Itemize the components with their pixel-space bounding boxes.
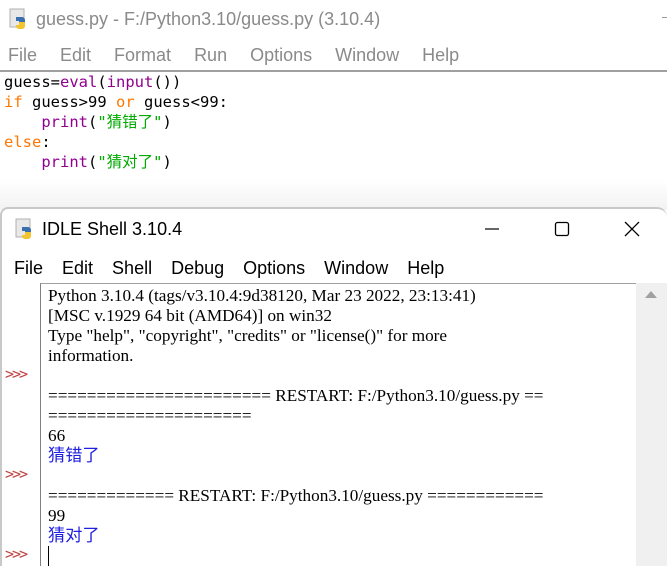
code-token: print — [41, 113, 88, 131]
code-line: else: — [4, 132, 667, 152]
shell-menu-help[interactable]: Help — [399, 258, 450, 279]
minimize-button[interactable] — [457, 209, 527, 249]
code-token: guess>99 — [22, 93, 116, 111]
shell-line — [48, 546, 638, 566]
shell-menu-file[interactable]: File — [4, 258, 49, 279]
code-line: guess=eval(input()) — [4, 72, 667, 92]
shell-menu-window[interactable]: Window — [316, 258, 394, 279]
code-token: ( — [88, 153, 98, 171]
shell-prompt: >>> — [5, 465, 28, 483]
editor-title-bar[interactable]: guess.py - F:/Python3.10/guess.py (3.10.… — [0, 0, 667, 38]
editor-menu-edit[interactable]: Edit — [52, 45, 99, 66]
code-token: "猜对了" — [97, 153, 163, 171]
python-file-icon — [9, 8, 25, 29]
minimize-icon — [485, 228, 499, 230]
maximize-icon — [554, 221, 570, 237]
shell-line: information. — [48, 346, 134, 365]
shell-menu-debug[interactable]: Debug — [163, 258, 230, 279]
shell-text-area[interactable]: Python 3.10.4 (tags/v3.10.4:9d38120, Mar… — [40, 283, 638, 566]
shell-menu-shell[interactable]: Shell — [104, 258, 158, 279]
shell-menu-edit[interactable]: Edit — [54, 258, 99, 279]
editor-title: guess.py - F:/Python3.10/guess.py (3.10.… — [36, 8, 381, 29]
code-token: ( — [88, 113, 98, 131]
prompt-gutter: >>> >>> >>> — [2, 283, 40, 566]
code-token: if — [4, 93, 23, 111]
minimize-icon[interactable] — [662, 17, 667, 18]
code-token: ()) — [153, 73, 182, 91]
close-button[interactable] — [597, 209, 667, 249]
scroll-up-arrow-icon[interactable] — [645, 291, 657, 298]
code-token: input — [106, 73, 154, 91]
text-cursor — [48, 546, 49, 566]
code-token: : — [41, 133, 51, 151]
shell-title: IDLE Shell 3.10.4 — [42, 218, 183, 239]
close-icon — [624, 221, 640, 237]
shell-line: ===================== — [48, 406, 252, 425]
editor-menu-help[interactable]: Help — [414, 45, 467, 66]
code-line: print("猜对了") — [4, 152, 667, 172]
code-token: eval — [60, 73, 98, 91]
shell-line: Python 3.10.4 (tags/v3.10.4:9d38120, Mar… — [48, 286, 476, 305]
editor-menu-window[interactable]: Window — [327, 45, 407, 66]
shell-body: >>> >>> >>> Python 3.10.4 (tags/v3.10.4:9d… — [2, 283, 667, 566]
shell-line: 99 — [48, 506, 66, 525]
code-token: ) — [162, 113, 172, 131]
editor-menu-file[interactable]: File — [0, 45, 45, 66]
code-token: ) — [162, 153, 172, 171]
maximize-button[interactable] — [527, 209, 597, 249]
shell-prompt: >>> — [5, 545, 28, 563]
shell-line: ======================= RESTART: F:/Pyth… — [48, 386, 544, 405]
shell-line: [MSC v.1929 64 bit (AMD64)] on win32 — [48, 306, 332, 325]
code-line: print("猜错了") — [4, 112, 667, 132]
vertical-scrollbar[interactable] — [636, 283, 667, 566]
editor-menu-format[interactable]: Format — [106, 45, 179, 66]
shell-line: 猜错了 — [48, 446, 100, 465]
shell-line: Type "help", "copyright", "credits" or "… — [48, 326, 448, 345]
shell-output[interactable]: Python 3.10.4 (tags/v3.10.4:9d38120, Mar… — [48, 286, 638, 566]
code-editor[interactable]: guess=eval(input()) if guess>99 or guess<… — [4, 72, 667, 172]
shell-menubar: File Edit Shell Debug Options Window Help — [4, 253, 455, 283]
code-token: print — [41, 153, 88, 171]
shell-title-bar[interactable]: IDLE Shell 3.10.4 — [2, 209, 667, 249]
editor-menu-options[interactable]: Options — [242, 45, 320, 66]
code-token: guess<99: — [134, 93, 228, 111]
shell-menu-options[interactable]: Options — [235, 258, 311, 279]
editor-menu-run[interactable]: Run — [186, 45, 235, 66]
window-controls — [457, 209, 667, 249]
code-token: else — [4, 133, 42, 151]
shell-line: 猜对了 — [48, 526, 100, 545]
shell-line: ============= RESTART: F:/Python3.10/gue… — [48, 486, 544, 505]
shell-window[interactable]: IDLE Shell 3.10.4 File Edit Shell Debug Opti… — [0, 207, 667, 566]
code-token: guess= — [4, 73, 60, 91]
editor-menubar: File Edit Format Run Options Window Help — [0, 40, 474, 70]
editor-window[interactable]: guess.py - F:/Python3.10/guess.py (3.10.… — [0, 0, 667, 210]
editor-window-bottom — [0, 180, 667, 210]
code-token: ( — [97, 73, 107, 91]
python-file-icon — [15, 218, 31, 239]
code-token: "猜错了" — [97, 113, 163, 131]
code-line: if guess>99 or guess<99: — [4, 92, 667, 112]
shell-line: 66 — [48, 426, 66, 445]
shell-prompt: >>> — [5, 365, 28, 383]
code-token: or — [116, 93, 135, 111]
